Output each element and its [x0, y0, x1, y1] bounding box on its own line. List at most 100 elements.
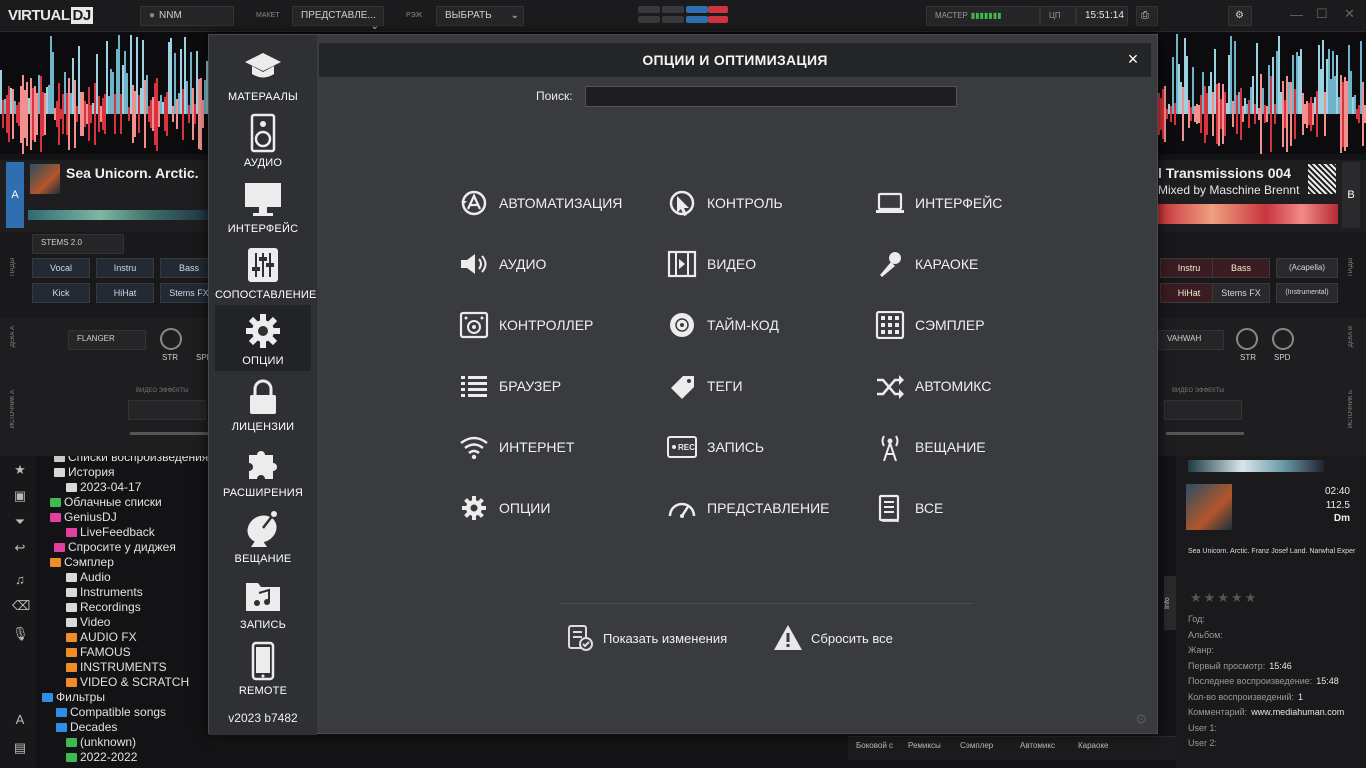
layout-indicator[interactable]	[686, 16, 708, 23]
info-field[interactable]: Первый просмотр: 15:46	[1188, 661, 1292, 671]
tree-item[interactable]: История	[54, 465, 115, 480]
tree-item[interactable]: Instruments	[66, 585, 143, 600]
option-item[interactable]: ВИДЕО	[667, 248, 867, 280]
eraser-icon[interactable]: ⌫	[12, 598, 30, 614]
tree-item[interactable]: Спросите у диджея	[54, 540, 176, 555]
tree-item[interactable]: 2023-04-17	[66, 480, 141, 495]
nav-item[interactable]: РАСШИРЕНИЯ	[215, 437, 311, 503]
filter-icon[interactable]: ⏷	[12, 514, 28, 530]
info-field[interactable]: Комментарий: www.mediahuman.com	[1188, 707, 1344, 717]
folder-icon[interactable]: ▣	[12, 488, 28, 504]
info-tab[interactable]: Info	[1164, 576, 1176, 630]
tree-item[interactable]: VIDEO & SCRATCH	[66, 675, 189, 690]
reset-all-button[interactable]: Сбросить все	[773, 623, 933, 655]
tree-item[interactable]: Фильтры	[42, 690, 105, 705]
pad[interactable]: (Acapella)	[1276, 258, 1338, 278]
mini-waveform[interactable]	[1158, 204, 1338, 224]
tree-item[interactable]: Списки воспроизведения	[54, 456, 208, 465]
back-icon[interactable]: ↩	[12, 540, 28, 556]
tree-item[interactable]: INSTRUMENTS	[66, 660, 167, 675]
tree-item[interactable]: (unknown)	[66, 735, 136, 750]
music-icon[interactable]: ♫	[12, 572, 28, 588]
layout-select[interactable]: ПРЕДСТАВЛЕ... ⌄	[292, 6, 384, 32]
info-field[interactable]: User 1:	[1188, 723, 1221, 733]
pad[interactable]: HiHat	[1160, 283, 1218, 303]
tree-item[interactable]: Облачные списки	[50, 495, 162, 510]
layout-indicator[interactable]	[708, 16, 728, 23]
option-item[interactable]: КОНТРОЛЛЕР	[459, 309, 659, 341]
bottom-tab[interactable]: Сэмплер	[960, 741, 993, 750]
option-item[interactable]: АВТОМАТИЗАЦИЯ	[459, 187, 659, 219]
layout-indicator[interactable]	[708, 6, 728, 13]
pad[interactable]: Stems FX	[1212, 283, 1270, 303]
effect-select[interactable]: VAHWAH	[1158, 330, 1224, 350]
layout-indicator[interactable]	[662, 16, 684, 23]
knob[interactable]	[1236, 328, 1258, 350]
mode-select[interactable]: ВЫБРАТЬ ⌄	[436, 6, 524, 26]
minimize-icon[interactable]: —	[1290, 7, 1303, 22]
layout-indicator[interactable]	[686, 6, 708, 13]
layout-indicator[interactable]	[638, 6, 660, 13]
pad[interactable]: Instru	[96, 258, 154, 278]
mic-icon[interactable]: 🎙	[12, 626, 29, 642]
video-slider[interactable]	[1166, 432, 1244, 435]
video-effect-select[interactable]	[1164, 400, 1242, 420]
nav-item[interactable]: ИНТЕРФЕЙС	[215, 173, 311, 239]
info-field[interactable]: Год:	[1188, 614, 1209, 624]
tree-item[interactable]: Recordings	[66, 600, 141, 615]
tree-item[interactable]: 2022-2022	[66, 750, 137, 765]
maximize-icon[interactable]: ☐	[1316, 6, 1328, 22]
pad[interactable]: (Instrumental)	[1276, 283, 1338, 303]
video-slider[interactable]	[130, 432, 208, 435]
info-field[interactable]: Альбом:	[1188, 630, 1227, 640]
rating-stars-icon[interactable]: ★★★★★	[1190, 590, 1258, 606]
info-field[interactable]: Кол-во воспроизведений: 1	[1188, 692, 1303, 702]
effect-select[interactable]: FLANGER	[68, 330, 146, 350]
layout-indicator[interactable]	[638, 16, 660, 23]
option-item[interactable]: КАРАОКЕ	[875, 248, 1075, 280]
stems-select[interactable]: STEMS 2.0	[32, 234, 124, 254]
search-input[interactable]	[585, 86, 957, 107]
record-icon[interactable]: ⎙	[1136, 6, 1158, 26]
bottom-tab[interactable]: Ремиксы	[908, 741, 941, 750]
tree-item[interactable]: AUDIO FX	[66, 630, 137, 645]
star-icon[interactable]: ★	[12, 462, 28, 478]
tree-item[interactable]: FAMOUS	[66, 645, 131, 660]
nav-item[interactable]: REMOTE	[215, 635, 311, 701]
tree-item[interactable]: LiveFeedback	[66, 525, 155, 540]
show-changes-button[interactable]: Показать изменения	[565, 623, 745, 655]
bottom-tab[interactable]: Караоке	[1078, 741, 1109, 750]
option-item[interactable]: АУДИО	[459, 248, 659, 280]
tree-item[interactable]: Video	[66, 615, 110, 630]
option-item[interactable]: ИНТЕРФЕЙС	[875, 187, 1075, 219]
pad[interactable]: HiHat	[96, 283, 154, 303]
info-field[interactable]: Последнее воспроизведение: 15:48	[1188, 676, 1339, 686]
option-item[interactable]: REC ЗАПИСЬ	[667, 431, 867, 463]
option-item[interactable]: БРАУЗЕР	[459, 370, 659, 402]
option-item[interactable]: КОНТРОЛЬ	[667, 187, 867, 219]
font-size-icon[interactable]: A	[12, 712, 28, 728]
option-item[interactable]: ИНТЕРНЕТ	[459, 431, 659, 463]
user-box[interactable]: ● NNM	[140, 6, 234, 26]
tree-item[interactable]: Audio	[66, 570, 111, 585]
mini-waveform[interactable]	[28, 210, 208, 220]
option-item[interactable]: ТАЙМ-КОД	[667, 309, 867, 341]
tree-item[interactable]: Decades	[56, 720, 117, 735]
mini-waveform[interactable]	[1188, 460, 1324, 472]
deck-letter[interactable]: A	[6, 162, 24, 228]
deck-letter[interactable]: B	[1342, 162, 1360, 228]
tree-item[interactable]: Сэмплер	[50, 555, 114, 570]
window-icon[interactable]: ▤	[12, 740, 28, 756]
nav-item[interactable]: СОПОСТАВЛЕНИЕ	[215, 239, 316, 305]
option-item[interactable]: ОПЦИИ	[459, 492, 659, 524]
info-field[interactable]: Жанр:	[1188, 645, 1218, 655]
nav-item[interactable]: ЛИЦЕНЗИИ	[215, 371, 311, 437]
option-item[interactable]: ПРЕДСТАВЛЕНИЕ	[667, 492, 867, 524]
nav-item[interactable]: МАТЕРААЛЫ	[215, 41, 311, 107]
video-effect-select[interactable]	[128, 400, 206, 420]
nav-item[interactable]: ОПЦИИ	[215, 305, 311, 371]
option-item[interactable]: ВСЕ	[875, 492, 1075, 524]
gear-icon[interactable]: ⚙	[1228, 6, 1252, 26]
info-field[interactable]: User 2:	[1188, 738, 1221, 748]
nav-item[interactable]: ЗАПИСЬ	[215, 569, 311, 635]
